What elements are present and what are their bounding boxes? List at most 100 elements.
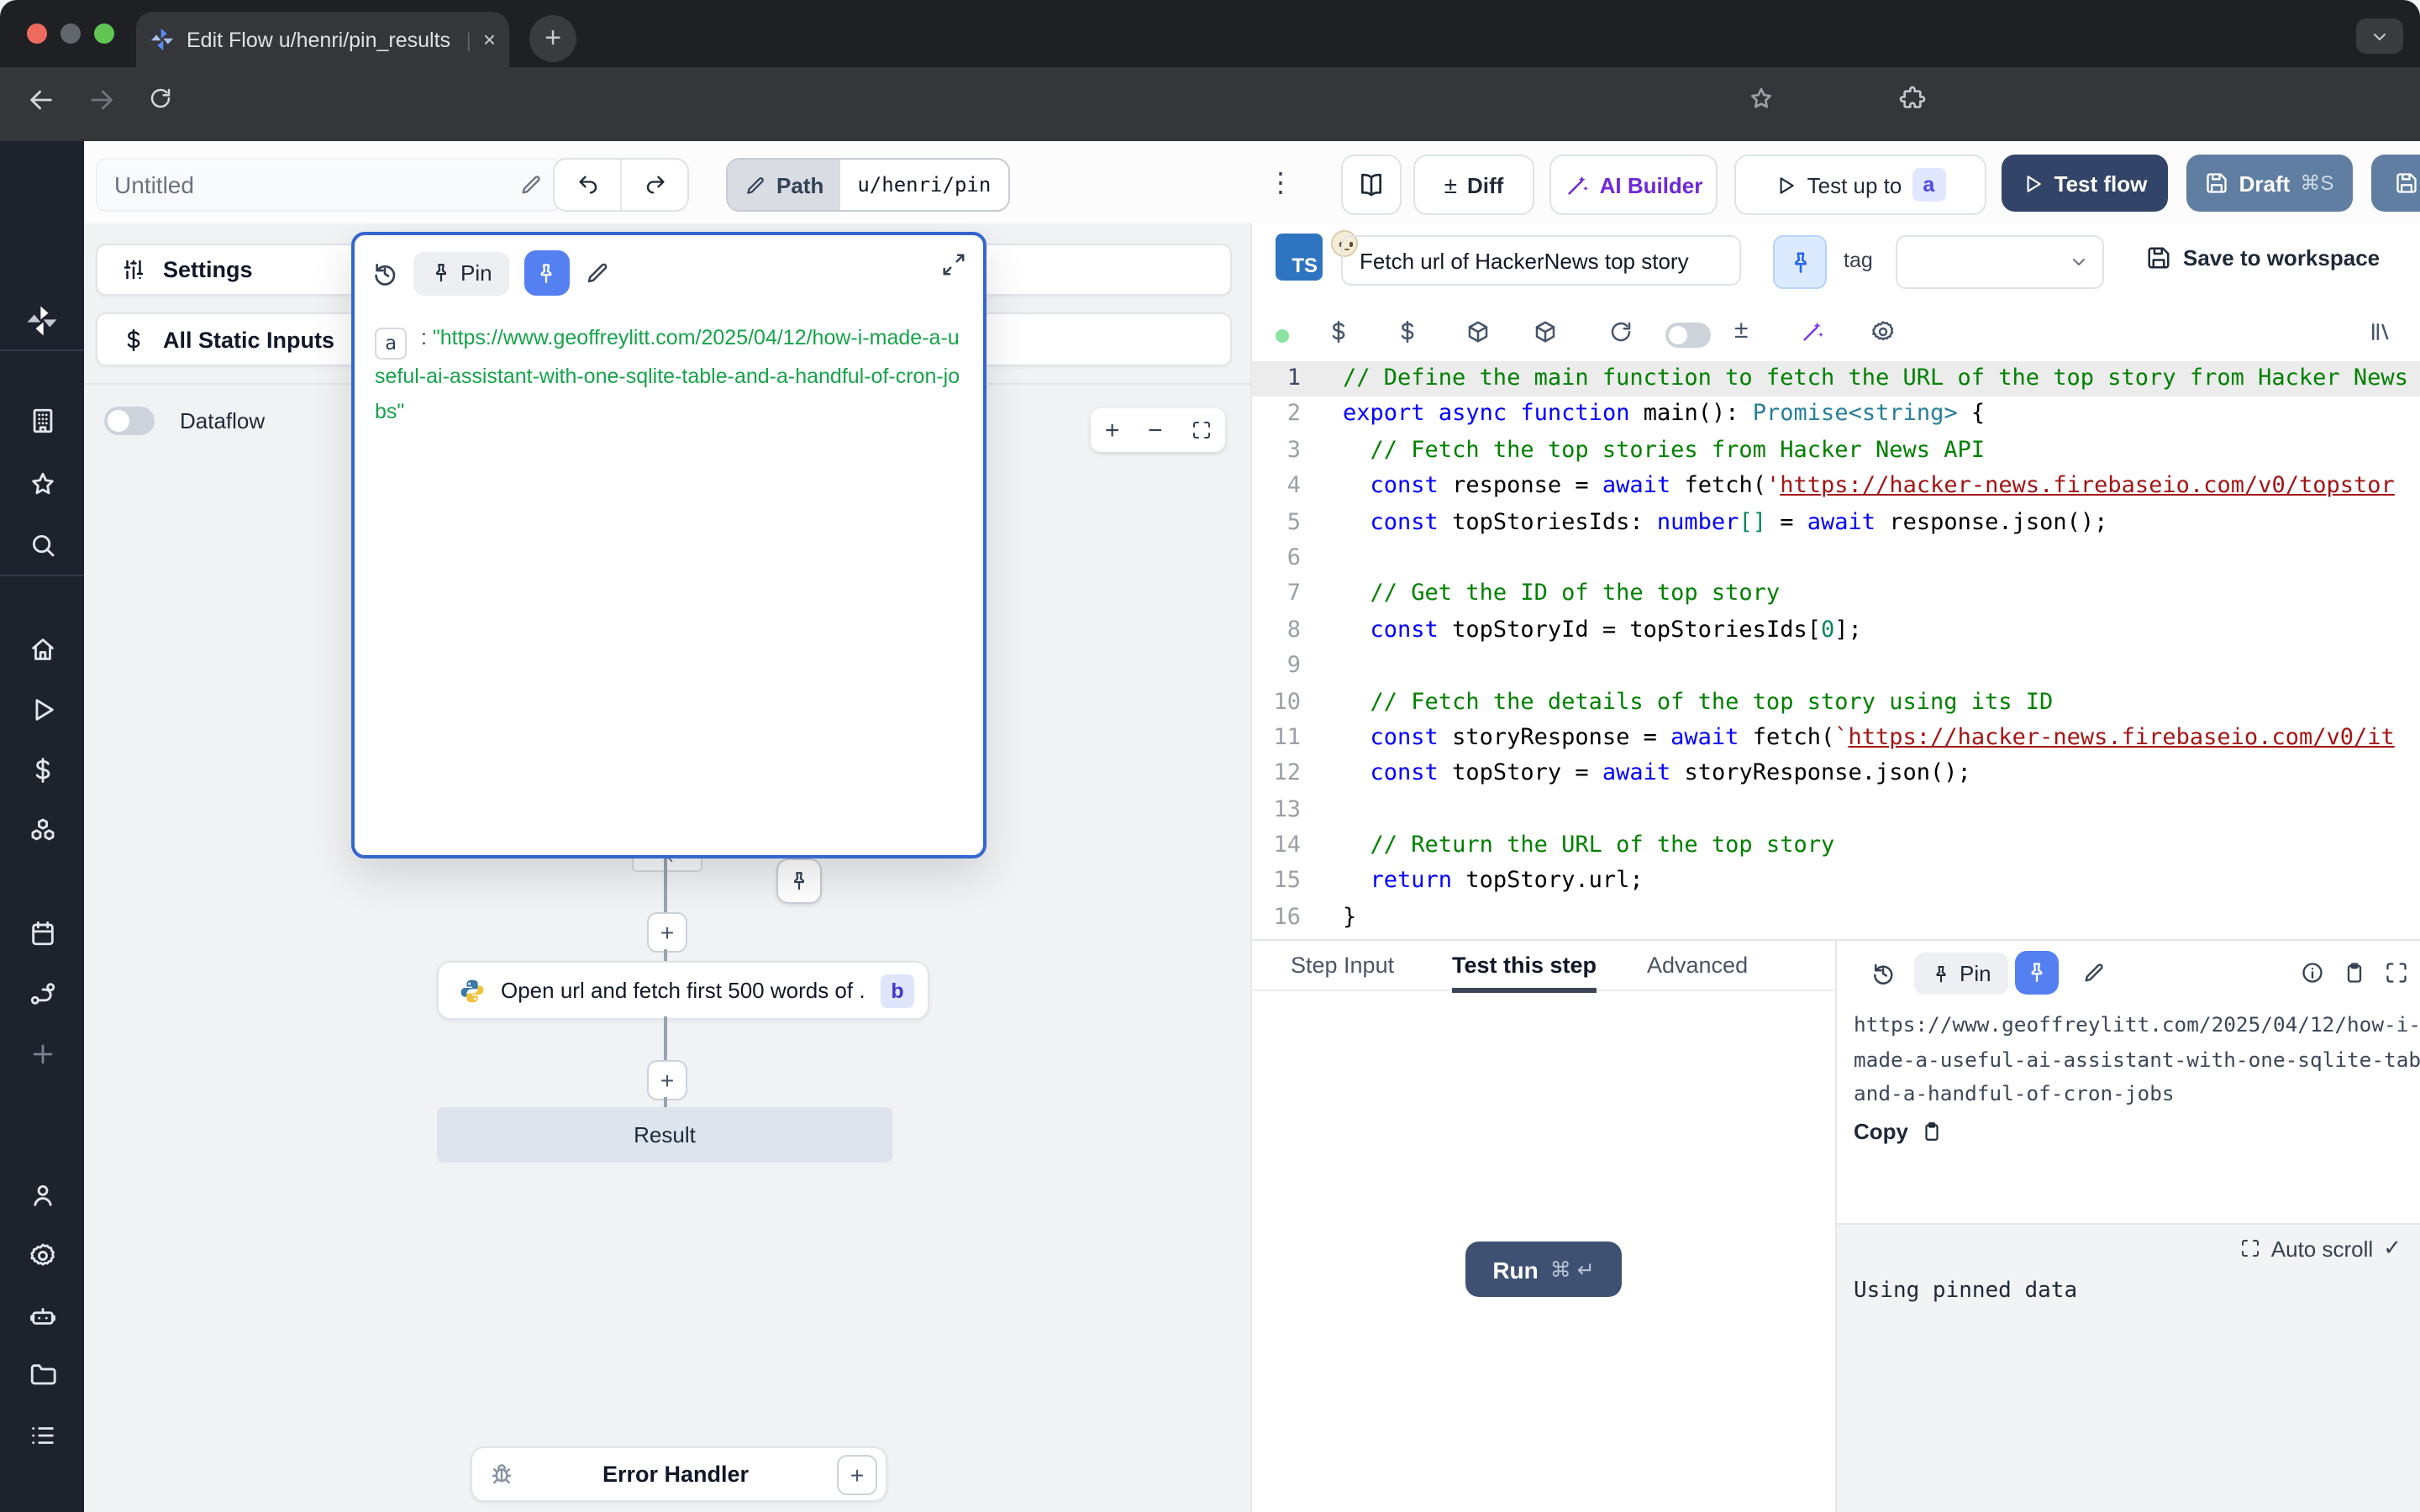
zoom-window-button[interactable] [94,24,114,44]
docs-book-button[interactable] [1341,155,1402,215]
pin-toggle-button[interactable]: Pin [1914,953,2008,995]
insert-step-button[interactable]: + [647,912,687,953]
close-tab-icon[interactable]: × [483,27,496,52]
code-line[interactable]: 6 [1252,541,2420,577]
code-line[interactable]: 8 const topStoryId = topStoriesIds[0]; [1252,612,2420,648]
tab-search-button[interactable] [2356,18,2403,54]
bookmark-star-icon[interactable] [1748,86,1775,113]
step-b-node[interactable]: Open url and fetch first 500 words of ..… [437,961,929,1020]
sidebar-item-folder-icon[interactable] [0,1354,84,1394]
magic-wand-icon[interactable] [1800,319,1825,344]
sidebar-item-search-icon[interactable] [0,524,84,564]
copy-button[interactable]: Copy [1854,1119,1942,1144]
step-title-input[interactable]: Fetch url of HackerNews top story [1341,235,1741,286]
clipboard-icon[interactable] [2343,961,2366,984]
code-line[interactable]: 5 const topStoriesIds: number[] = await … [1252,505,2420,541]
library-icon[interactable] [2368,319,2393,344]
sidebar-item-building-icon[interactable] [0,400,84,440]
extensions-puzzle-icon[interactable] [1899,86,1926,113]
close-window-button[interactable] [27,24,47,44]
package-icon[interactable] [1465,319,1491,344]
path-group[interactable]: Path u/henri/pin [726,158,1009,212]
save-to-workspace-button[interactable]: Save to workspace [2146,245,2380,270]
add-error-handler-button[interactable]: + [837,1454,877,1494]
diff-plus-minus-icon[interactable]: ± [1734,316,1748,344]
pin-active-button[interactable] [2015,951,2059,995]
fit-view-icon[interactable] [1191,420,1211,440]
code-line[interactable]: 11 const storyResponse = await fetch(`ht… [1252,721,2420,757]
sidebar-item-gear-icon[interactable] [0,1235,84,1275]
sidebar-item-plus-icon[interactable] [0,1033,84,1074]
history-icon[interactable] [371,260,398,286]
zoom-in-button[interactable]: + [1105,416,1120,444]
zoom-out-button[interactable]: − [1148,416,1163,444]
code-line[interactable]: 2export async function main(): Promise<s… [1252,397,2420,433]
edit-pencil-icon[interactable] [519,173,543,197]
undo-button[interactable] [555,160,622,210]
pin-toggle-button[interactable]: Pin [413,251,509,295]
tab-advanced[interactable]: Advanced [1647,941,1748,988]
test-flow-button[interactable]: Test flow [2002,155,2168,212]
sidebar-item-calendar-icon[interactable] [0,912,84,953]
sidebar-item-list-icon[interactable] [0,1415,84,1455]
sidebar-item-person-icon[interactable] [0,1174,84,1215]
sidebar-item-play-icon[interactable] [0,689,84,729]
edit-pencil-icon[interactable] [585,260,610,286]
auto-scroll-control[interactable]: Auto scroll ✓ [2241,1235,2402,1262]
code-line[interactable]: 13 [1252,792,2420,828]
tag-select[interactable] [1896,235,2104,289]
code-line[interactable]: 4 const response = await fetch('https://… [1252,469,2420,505]
expand-icon[interactable] [2385,961,2408,984]
variables-dollar-icon[interactable] [1326,319,1351,344]
insert-step-button[interactable]: + [647,1060,687,1100]
code-line[interactable]: 14 // Return the URL of the top story [1252,828,2420,864]
sidebar-item-robot-icon[interactable] [0,1295,84,1336]
diff-button[interactable]: ± Diff [1413,155,1534,215]
reload-icon[interactable] [1608,319,1634,344]
pin-active-button[interactable] [524,250,570,296]
code-line[interactable]: 10 // Fetch the details of the top story… [1252,685,2420,721]
header-pin-button[interactable] [1773,235,1827,289]
browser-tab[interactable]: Edit Flow u/henri/pin_results | × [136,12,509,67]
tab-step-input[interactable]: Step Input [1291,941,1394,988]
resources-dollar-icon[interactable] [1395,319,1420,344]
code-editor[interactable]: 1// Define the main function to fetch th… [1252,361,2420,939]
node-pin-button[interactable] [776,858,822,904]
minimize-window-button[interactable] [60,24,81,44]
new-tab-button[interactable]: + [529,15,576,62]
back-button[interactable] [27,86,55,114]
draft-button[interactable]: Draft ⌘S [2186,155,2353,212]
history-icon[interactable] [1870,961,1896,986]
result-node[interactable]: Result [437,1107,892,1163]
flow-title-field[interactable]: Untitled [96,158,561,212]
sidebar-item-star-icon[interactable] [0,464,84,504]
sidebar-item-cubes-icon[interactable] [0,810,84,850]
test-up-to-target-badge[interactable]: a [1912,168,1945,202]
sidebar-item-home-icon[interactable] [0,628,84,669]
sidebar-item-dollar-icon[interactable] [0,749,84,790]
code-line[interactable]: 1// Define the main function to fetch th… [1252,361,2420,397]
redo-button[interactable] [622,160,687,210]
ai-builder-button[interactable]: AI Builder [1549,155,1718,215]
sidebar-item-route-icon[interactable] [0,973,84,1013]
more-options-kebab-icon[interactable]: ⋮ [1260,158,1301,208]
code-line[interactable]: 7 // Get the ID of the top story [1252,577,2420,613]
run-button[interactable]: Run ⌘ ↵ [1465,1242,1622,1297]
code-line[interactable]: 15 return topStory.url; [1252,864,2420,900]
gear-icon[interactable] [1870,319,1896,344]
reload-button[interactable] [148,86,173,111]
dataflow-toggle[interactable] [104,407,155,435]
forward-button[interactable] [87,86,116,114]
package-icon[interactable] [1533,319,1558,344]
code-line[interactable]: 9 [1252,648,2420,685]
info-icon[interactable] [2301,961,2324,984]
deploy-button[interactable]: Deploy [2371,155,2420,212]
code-line[interactable]: 3 // Fetch the top stories from Hacker N… [1252,433,2420,470]
edit-pencil-icon[interactable] [2082,961,2106,984]
code-line[interactable]: 16} [1252,900,2420,937]
error-handler-node[interactable]: Error Handler + [471,1446,887,1502]
code-line[interactable]: 12 const topStory = await storyResponse.… [1252,757,2420,793]
test-up-to-button[interactable]: Test up to a [1734,155,1986,215]
expand-icon[interactable] [941,252,966,277]
editor-toggle[interactable] [1665,323,1711,348]
